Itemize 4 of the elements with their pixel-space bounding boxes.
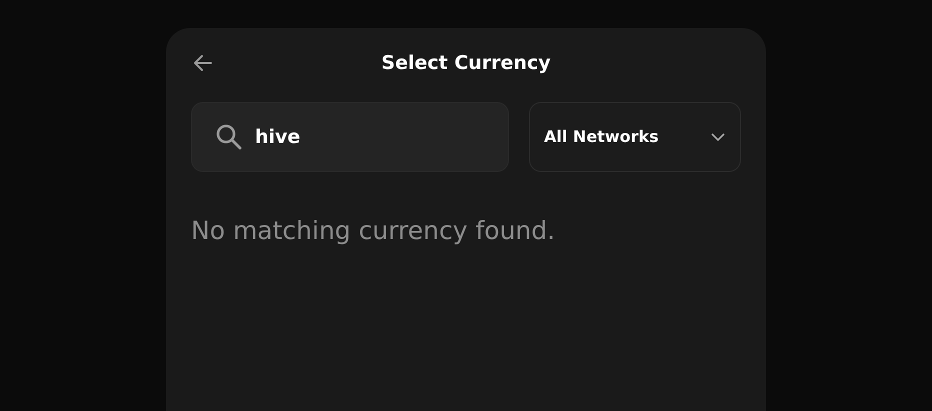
dialog-title: Select Currency xyxy=(381,50,551,76)
empty-message: No matching currency found. xyxy=(191,215,556,247)
search-field[interactable]: hive xyxy=(191,102,509,172)
network-dropdown[interactable]: All Networks xyxy=(529,102,741,172)
